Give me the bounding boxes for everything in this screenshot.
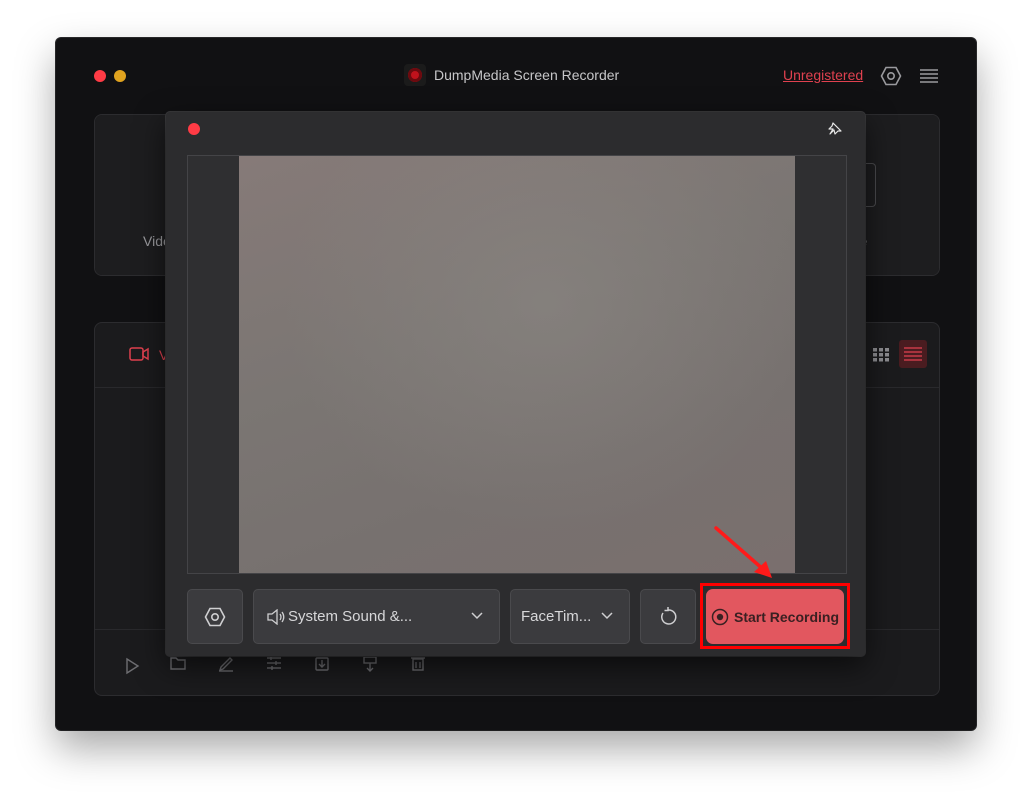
speaker-icon xyxy=(267,608,285,625)
highlight-box xyxy=(700,583,850,649)
video-tab-icon[interactable] xyxy=(129,347,149,366)
camera-source-label: FaceTim... xyxy=(521,608,592,625)
chevron-down-icon xyxy=(471,612,483,620)
sound-source-select[interactable]: System Sound &... xyxy=(253,589,500,644)
window-minimize-button[interactable] xyxy=(114,70,126,82)
rotate-icon xyxy=(661,606,677,625)
download-icon[interactable] xyxy=(313,654,331,677)
settings-icon xyxy=(204,607,226,626)
edit-icon[interactable] xyxy=(217,654,235,677)
unregistered-link[interactable]: Unregistered xyxy=(783,67,863,83)
settings-icon[interactable] xyxy=(878,63,904,89)
sound-source-label: System Sound &... xyxy=(288,608,413,625)
app-logo-icon xyxy=(404,64,426,86)
grid-view-icon[interactable] xyxy=(871,343,891,367)
camera-source-select[interactable]: FaceTim... xyxy=(510,589,630,644)
webcam-close-button[interactable] xyxy=(188,123,200,135)
camera-feed-image xyxy=(239,156,795,573)
annotation-arrow-icon xyxy=(714,526,772,578)
adjust-icon[interactable] xyxy=(265,654,283,677)
chevron-down-icon xyxy=(601,612,613,620)
trash-icon[interactable] xyxy=(409,654,427,677)
webcam-settings-button[interactable] xyxy=(187,589,243,644)
pin-icon[interactable] xyxy=(826,120,844,138)
camera-preview xyxy=(187,155,847,574)
export-icon[interactable] xyxy=(361,654,379,677)
folder-icon[interactable] xyxy=(169,654,187,677)
rotate-button[interactable] xyxy=(640,589,696,644)
app-title: DumpMedia Screen Recorder xyxy=(434,67,620,83)
window-close-button[interactable] xyxy=(94,70,106,82)
list-view-icon[interactable] xyxy=(899,340,927,368)
menu-icon[interactable] xyxy=(918,65,940,87)
title-area: DumpMedia Screen Recorder xyxy=(404,62,619,88)
play-icon[interactable] xyxy=(123,657,141,680)
capture-icon xyxy=(865,163,876,207)
